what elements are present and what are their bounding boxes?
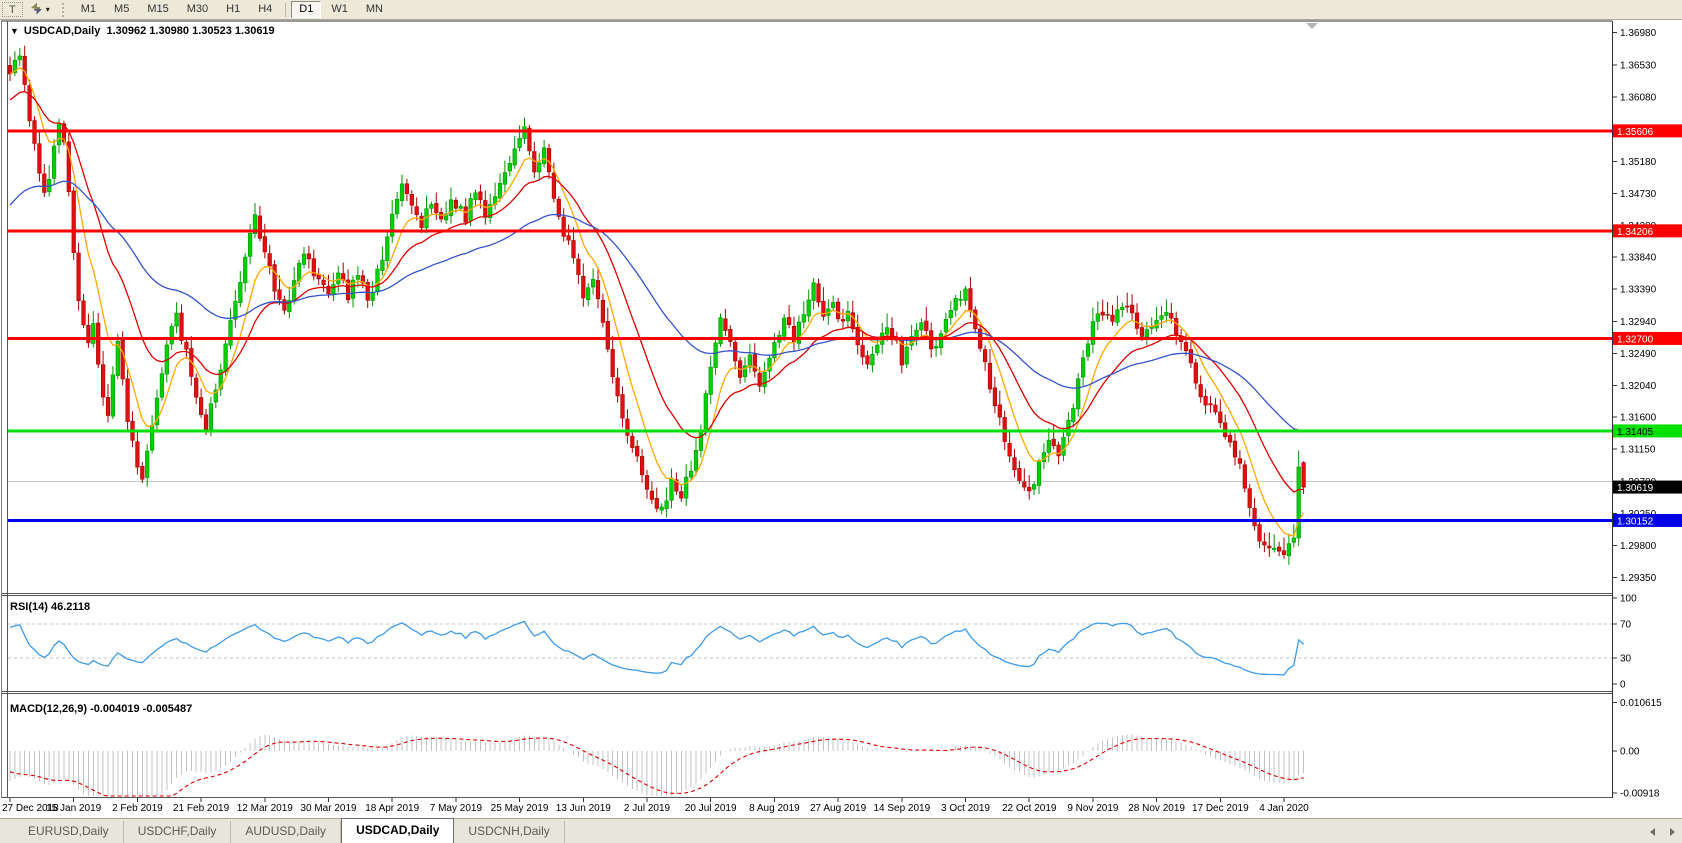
svg-text:1.35180: 1.35180 bbox=[1620, 157, 1657, 168]
chart-dropdown-icon[interactable]: ▼ bbox=[10, 26, 19, 36]
svg-text:2 Jul 2019: 2 Jul 2019 bbox=[624, 803, 671, 814]
svg-text:100: 100 bbox=[1620, 594, 1637, 605]
timeframe-button-m1[interactable]: M1 bbox=[73, 1, 104, 18]
svg-text:30: 30 bbox=[1620, 654, 1632, 665]
chart-canvas[interactable]: 1.369801.365301.360801.356301.351801.347… bbox=[0, 20, 1682, 818]
timeframe-toolbar: M1 M5 M15 M30 H1 H4 D1 W1 MN bbox=[72, 1, 392, 18]
toolbar-grip bbox=[61, 2, 68, 17]
svg-text:7 May 2019: 7 May 2019 bbox=[430, 803, 483, 814]
svg-text:1.32700: 1.32700 bbox=[1617, 334, 1654, 345]
svg-text:20 Jul 2019: 20 Jul 2019 bbox=[685, 803, 737, 814]
right-arrow-icon bbox=[1669, 828, 1675, 836]
chevron-down-icon: ▾ bbox=[45, 5, 50, 14]
svg-text:4 Jan 2020: 4 Jan 2020 bbox=[1259, 803, 1309, 814]
svg-text:1.33840: 1.33840 bbox=[1620, 253, 1657, 264]
left-arrow-icon bbox=[1649, 828, 1655, 836]
svg-text:1.33390: 1.33390 bbox=[1620, 285, 1657, 296]
rsi-indicator-label: RSI(14) 46.2118 bbox=[10, 601, 91, 613]
top-toolbar: T ▾ M1 M5 M15 M30 H1 H4 D1 W1 MN bbox=[0, 0, 1682, 20]
svg-text:1.31600: 1.31600 bbox=[1620, 413, 1657, 424]
svg-text:9 Nov 2019: 9 Nov 2019 bbox=[1067, 803, 1119, 814]
svg-text:1.32940: 1.32940 bbox=[1620, 317, 1657, 328]
double-arrow-icon bbox=[29, 2, 44, 18]
svg-text:27 Aug 2019: 27 Aug 2019 bbox=[810, 803, 867, 814]
macd-indicator-label: MACD(12,26,9) -0.004019 -0.005487 bbox=[10, 703, 193, 715]
chart-window[interactable]: ▼ USDCAD,Daily 1.30962 1.30980 1.30523 1.… bbox=[0, 20, 1682, 818]
text-label-tool-button[interactable]: T bbox=[2, 2, 23, 17]
svg-text:1.34730: 1.34730 bbox=[1620, 189, 1657, 200]
svg-text:28 Nov 2019: 28 Nov 2019 bbox=[1128, 803, 1185, 814]
symbol-tabs: EURUSD,Daily USDCHF,Daily AUDUSD,Daily USDC… bbox=[14, 818, 565, 843]
chart-ohlc-readout: 1.30962 1.30980 1.30523 1.30619 bbox=[106, 25, 275, 37]
timeframe-button-m5[interactable]: M5 bbox=[106, 1, 137, 18]
svg-text:22 Oct 2019: 22 Oct 2019 bbox=[1002, 803, 1057, 814]
svg-text:8 Aug 2019: 8 Aug 2019 bbox=[749, 803, 800, 814]
svg-text:0.00: 0.00 bbox=[1620, 747, 1640, 758]
symbol-tab-bar: EURUSD,Daily USDCHF,Daily AUDUSD,Daily USDC… bbox=[0, 818, 1682, 843]
svg-text:1.29350: 1.29350 bbox=[1620, 573, 1657, 584]
svg-text:-0.00918: -0.00918 bbox=[1620, 789, 1660, 800]
svg-text:25 May 2019: 25 May 2019 bbox=[491, 803, 549, 814]
svg-text:1.32490: 1.32490 bbox=[1620, 349, 1657, 360]
timeframe-button-h4[interactable]: H4 bbox=[250, 1, 280, 18]
svg-text:1.36530: 1.36530 bbox=[1620, 60, 1657, 71]
timeframe-button-w1[interactable]: W1 bbox=[323, 1, 356, 18]
svg-text:14 Sep 2019: 14 Sep 2019 bbox=[873, 803, 930, 814]
svg-text:30 Mar 2019: 30 Mar 2019 bbox=[300, 803, 357, 814]
svg-text:1.29800: 1.29800 bbox=[1620, 541, 1657, 552]
timeframe-button-m15[interactable]: M15 bbox=[139, 1, 176, 18]
svg-text:1.36080: 1.36080 bbox=[1620, 93, 1657, 104]
svg-text:21 Feb 2019: 21 Feb 2019 bbox=[173, 803, 230, 814]
svg-text:1.32040: 1.32040 bbox=[1620, 381, 1657, 392]
svg-text:0: 0 bbox=[1620, 680, 1626, 691]
svg-text:1.31405: 1.31405 bbox=[1617, 427, 1654, 438]
svg-text:1.35606: 1.35606 bbox=[1617, 127, 1654, 138]
svg-text:2 Feb 2019: 2 Feb 2019 bbox=[112, 803, 163, 814]
svg-text:15 Jan 2019: 15 Jan 2019 bbox=[46, 803, 101, 814]
svg-text:1.36980: 1.36980 bbox=[1620, 28, 1657, 39]
svg-text:1.31150: 1.31150 bbox=[1620, 445, 1656, 456]
timeframe-button-m30[interactable]: M30 bbox=[179, 1, 216, 18]
tab-scroll-right-button[interactable] bbox=[1664, 824, 1680, 840]
timeframe-button-mn[interactable]: MN bbox=[358, 1, 391, 18]
tab-scroll-left-button[interactable] bbox=[1644, 824, 1660, 840]
svg-text:12 Mar 2019: 12 Mar 2019 bbox=[237, 803, 294, 814]
timeframe-button-h1[interactable]: H1 bbox=[218, 1, 248, 18]
svg-text:13 Jun 2019: 13 Jun 2019 bbox=[556, 803, 611, 814]
svg-text:70: 70 bbox=[1620, 619, 1632, 630]
svg-text:1.30619: 1.30619 bbox=[1617, 483, 1654, 494]
svg-text:18 Apr 2019: 18 Apr 2019 bbox=[365, 803, 419, 814]
svg-text:1.30152: 1.30152 bbox=[1617, 516, 1654, 527]
svg-text:0.010615: 0.010615 bbox=[1620, 698, 1662, 709]
tab-usdcnh-daily[interactable]: USDCNH,Daily bbox=[454, 821, 565, 843]
svg-text:1.34206: 1.34206 bbox=[1617, 227, 1654, 238]
tab-eurusd-daily[interactable]: EURUSD,Daily bbox=[14, 821, 124, 843]
svg-text:3 Oct 2019: 3 Oct 2019 bbox=[941, 803, 990, 814]
chart-title: ▼ USDCAD,Daily 1.30962 1.30980 1.30523 1.… bbox=[10, 25, 275, 37]
chart-symbol-period: USDCAD,Daily bbox=[23, 25, 101, 37]
timeframe-button-d1[interactable]: D1 bbox=[291, 1, 322, 18]
tab-usdchf-daily[interactable]: USDCHF,Daily bbox=[124, 821, 232, 843]
tab-usdcad-daily[interactable]: USDCAD,Daily bbox=[341, 818, 455, 843]
svg-text:17 Dec 2019: 17 Dec 2019 bbox=[1192, 803, 1249, 814]
cycle-symbols-button[interactable]: ▾ bbox=[29, 2, 50, 18]
tab-audusd-daily[interactable]: AUDUSD,Daily bbox=[231, 821, 342, 843]
